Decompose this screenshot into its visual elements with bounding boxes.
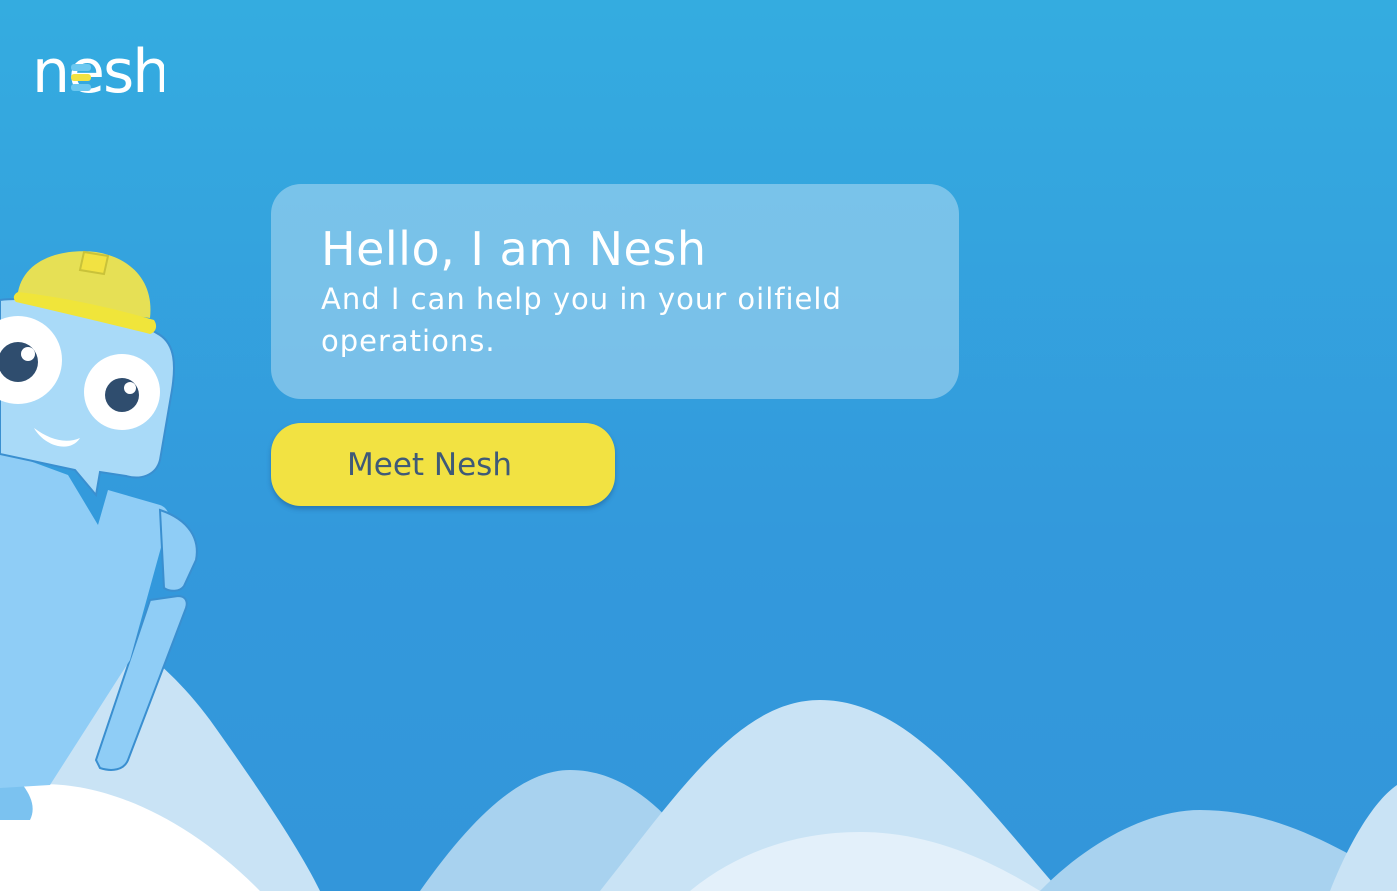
logo-accent-blue-bar — [71, 64, 91, 71]
greeting-heading: Hello, I am Nesh — [321, 222, 707, 276]
hill-right-edge — [1330, 785, 1397, 891]
logo-accent-yellow-bar — [71, 74, 91, 81]
robot-eye-shine-right — [124, 382, 136, 394]
robot-shoulder — [158, 508, 198, 592]
robot-pupil-right — [105, 378, 139, 412]
robot-mascot-icon — [0, 250, 198, 820]
speech-bubble: Hello, I am Nesh And I can help you in y… — [271, 184, 959, 399]
greeting-subtitle: And I can help you in your oilfield oper… — [321, 282, 842, 358]
logo-text: nesh — [32, 37, 164, 102]
hard-hat-badge — [78, 250, 110, 276]
meet-nesh-button[interactable]: Meet Nesh — [271, 423, 615, 506]
nesh-logo: nesh — [32, 37, 164, 102]
robot-eye-shine-left — [21, 347, 35, 361]
logo-accent-blue-bar-2 — [71, 84, 91, 91]
